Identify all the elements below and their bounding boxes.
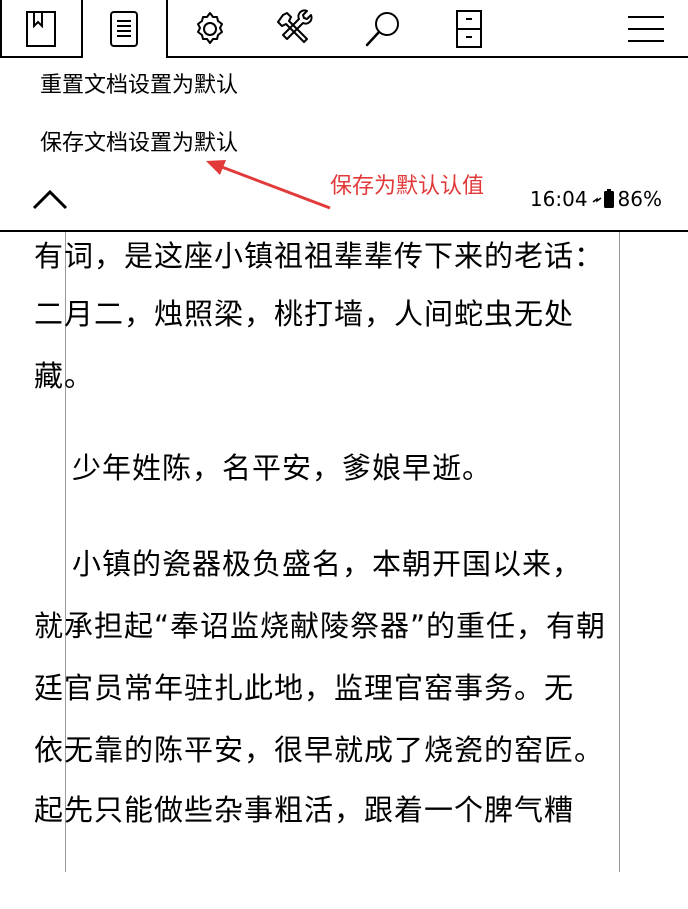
- text-line: 少年姓陈，名平安，爹娘早逝。: [72, 451, 493, 485]
- hamburger-menu-icon: [628, 16, 664, 42]
- tab-border: [81, 0, 83, 58]
- document-list-icon: [110, 11, 138, 47]
- text-line: 小镇的瓷器极负盛名，本朝开国以来，: [72, 547, 583, 581]
- text-line: 依无靠的陈平安，很早就成了烧瓷的窑匠。: [34, 733, 605, 767]
- margin-guide-right: [619, 232, 620, 872]
- menu-item-reset-defaults[interactable]: 重置文档设置为默认: [40, 72, 238, 100]
- text-line: 起先只能做些杂事粗活，跟着一个脾气糟: [34, 793, 575, 827]
- annotation-label: 保存为默认认值: [330, 174, 485, 199]
- header-divider: [0, 230, 688, 232]
- text-line: 就承担起“奉诏监烧献陵祭器”的重任，有朝: [34, 609, 607, 643]
- status-time: 16:04: [529, 187, 588, 211]
- battery-level: 86%: [617, 187, 662, 211]
- gear-icon: [197, 12, 223, 44]
- tab-border: [166, 0, 168, 58]
- text-line: 藏。: [34, 359, 95, 393]
- chevron-up-icon[interactable]: [32, 188, 68, 212]
- tab-border: [0, 0, 2, 58]
- tab-bookmark[interactable]: [0, 0, 82, 58]
- toolbar: [0, 0, 688, 58]
- tab-menu[interactable]: [604, 0, 688, 58]
- search-icon: [365, 12, 399, 47]
- status-bar: 16:04 86%: [530, 187, 662, 211]
- tab-settings[interactable]: [168, 0, 252, 58]
- text-line: 二月二，烛照梁，桃打墙，人间蛇虫无处: [34, 297, 575, 331]
- cabinet-icon: [456, 10, 482, 48]
- tab-tools[interactable]: [254, 0, 340, 58]
- text-line: 有词，是这座小镇祖祖辈辈传下来的老话：: [34, 239, 605, 273]
- tab-search[interactable]: [340, 0, 426, 58]
- tools-icon: [277, 9, 313, 43]
- bookmark-icon: [26, 11, 56, 47]
- annotation-arrow: [206, 160, 331, 210]
- text-line: 廷官员常年驻扎此地，监理官窑事务。无: [34, 671, 575, 705]
- tab-cabinet[interactable]: [426, 0, 512, 58]
- tab-document[interactable]: [82, 0, 166, 58]
- battery-icon: [592, 189, 614, 208]
- tab-border: [166, 56, 688, 58]
- tab-border: [0, 56, 82, 58]
